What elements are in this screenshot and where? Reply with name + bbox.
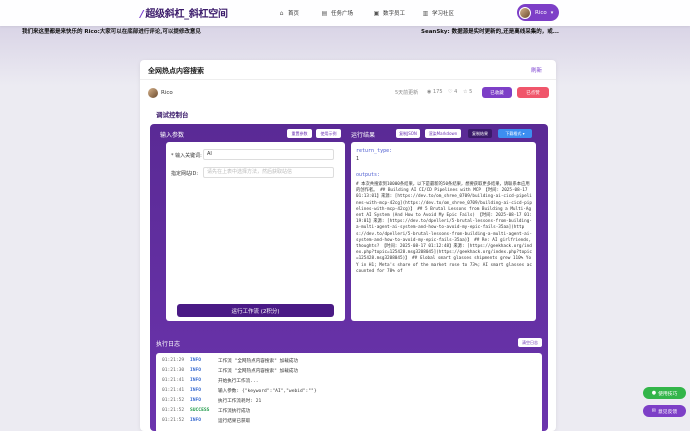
- render-markdown-button[interactable]: 渲染Markdown: [425, 129, 461, 138]
- employee-icon: ▣: [373, 9, 380, 17]
- site-logo[interactable]: / 超级斜杠_斜杠空间: [140, 5, 228, 20]
- top-navigation: / 超级斜杠_斜杠空间 ⌂ 首页 ▤ 任务广场 ▣ 数字员工 ▥ 学习社区 Rico ▾: [0, 0, 690, 26]
- marquee-left: 我们来这里都是来快乐的 Rico:大家可以在底部进行评论,可以提修改意见: [22, 29, 201, 35]
- updated-time: 5天前更新: [395, 90, 419, 96]
- exec-log: 01:21:29 INFO 工作流 "全网热点内容搜索" 加载成功 01:21:30…: [156, 353, 542, 431]
- star-count: ☆ 5: [463, 89, 473, 95]
- debug-console: 输入参数 重置参数 使用示例 运行结果 复制JSON 渲染Markdown 复制…: [150, 124, 548, 431]
- nav-item-community[interactable]: ▥ 学习社区: [422, 9, 454, 18]
- user-menu[interactable]: Rico ▾: [517, 4, 559, 21]
- user-name: Rico: [535, 9, 547, 16]
- run-workflow-button[interactable]: 运行工作流 (2积分): [177, 304, 334, 317]
- return-type-key: return_type:: [356, 148, 393, 154]
- nav-item-employees[interactable]: ▣ 数字员工: [373, 9, 405, 18]
- view-count: ◉ 175: [427, 89, 443, 95]
- log-row: 01:21:52 INFO 执行工作流耗时: 21: [162, 398, 262, 404]
- use-example-button[interactable]: 使用示例: [316, 129, 341, 138]
- nav-item-home[interactable]: ⌂ 首页: [278, 9, 299, 18]
- home-icon: ⌂: [279, 9, 284, 17]
- chat-icon: ✉: [651, 408, 656, 414]
- comment-marquee: 我们来这里都是来快乐的 Rico:大家可以在底部进行评论,可以提修改意见 Sea…: [0, 27, 690, 37]
- author-avatar: [148, 88, 158, 98]
- site-id-input[interactable]: 请先在上表中选择方法，然后获取站信: [203, 167, 334, 178]
- copy-json-button[interactable]: 复制JSON: [396, 129, 420, 138]
- exec-log-title: 执行日志: [156, 341, 181, 348]
- author-name[interactable]: Rico: [161, 90, 173, 96]
- log-row: 01:21:29 INFO 工作流 "全网热点内容搜索" 加载成功: [162, 358, 298, 364]
- result-output[interactable]: return_type: 1 outputs: # 本次共搜索到10000条结果…: [351, 142, 536, 321]
- clear-log-button[interactable]: 清空日志: [518, 338, 542, 347]
- nav-item-tasks[interactable]: ▤ 任务广场: [321, 9, 353, 18]
- collect-button[interactable]: 已收藏: [482, 87, 512, 98]
- workflow-panel: 全网热点内容搜索 刷新 Rico 5天前更新 ◉ 175 ♡ 4 ☆ 5 已收藏…: [140, 60, 556, 431]
- input-form: * 输入关键词: AI 指定网站ID: 请先在上表中选择方法，然后获取站信 运行…: [166, 142, 345, 321]
- log-row: 01:21:41 INFO 开始执行工作流...: [162, 378, 259, 384]
- location-icon: ●: [651, 390, 657, 396]
- usage-tips-button[interactable]: ● 使用技巧: [643, 387, 686, 399]
- refresh-link[interactable]: 刷新: [531, 66, 542, 74]
- log-row: 01:21:41 INFO 输入参数: {"keyword":"AI","webid…: [162, 388, 317, 394]
- keyword-label: * 输入关键词:: [171, 153, 202, 159]
- reset-params-button[interactable]: 重置参数: [287, 129, 312, 138]
- like-count: ♡ 4: [448, 89, 458, 95]
- log-row: 01:21:52 INFO 运行结果已获取: [162, 418, 251, 424]
- log-row: 01:21:30 INFO 工作流 "全网热点内容搜索" 加载成功: [162, 368, 298, 374]
- input-params-title: 输入参数: [160, 132, 185, 139]
- debug-console-title: 调试控制台: [156, 111, 189, 119]
- like-button[interactable]: 已点赞: [517, 87, 549, 98]
- outputs-text: # 本次共搜索到10000条结果，以下是最新的50条结果，想要获取更多结果，请联…: [356, 182, 532, 274]
- return-type-value: 1: [356, 156, 360, 162]
- site-id-label: 指定网站ID:: [171, 171, 199, 177]
- task-icon: ▤: [321, 9, 328, 17]
- copy-result-button[interactable]: 复制结果: [468, 129, 492, 138]
- marquee-right: SeanSky: 数据源是实时更新的,还是离线采集的，或...: [421, 29, 559, 35]
- page-title: 全网热点内容搜索: [148, 67, 204, 75]
- download-format-dropdown[interactable]: 下载格式 ▾: [498, 129, 532, 138]
- avatar: [519, 6, 531, 19]
- keyword-input[interactable]: AI: [203, 149, 334, 160]
- feedback-button[interactable]: ✉ 意见反馈: [643, 405, 686, 417]
- result-title: 运行结果: [351, 132, 376, 139]
- log-row: 01:21:52 SUCCESS 工作流执行成功: [162, 408, 251, 414]
- outputs-key: outputs:: [356, 172, 381, 178]
- panel-header: 全网热点内容搜索 刷新: [140, 60, 556, 80]
- book-icon: ▥: [422, 9, 429, 17]
- chevron-down-icon: ▾: [550, 9, 554, 16]
